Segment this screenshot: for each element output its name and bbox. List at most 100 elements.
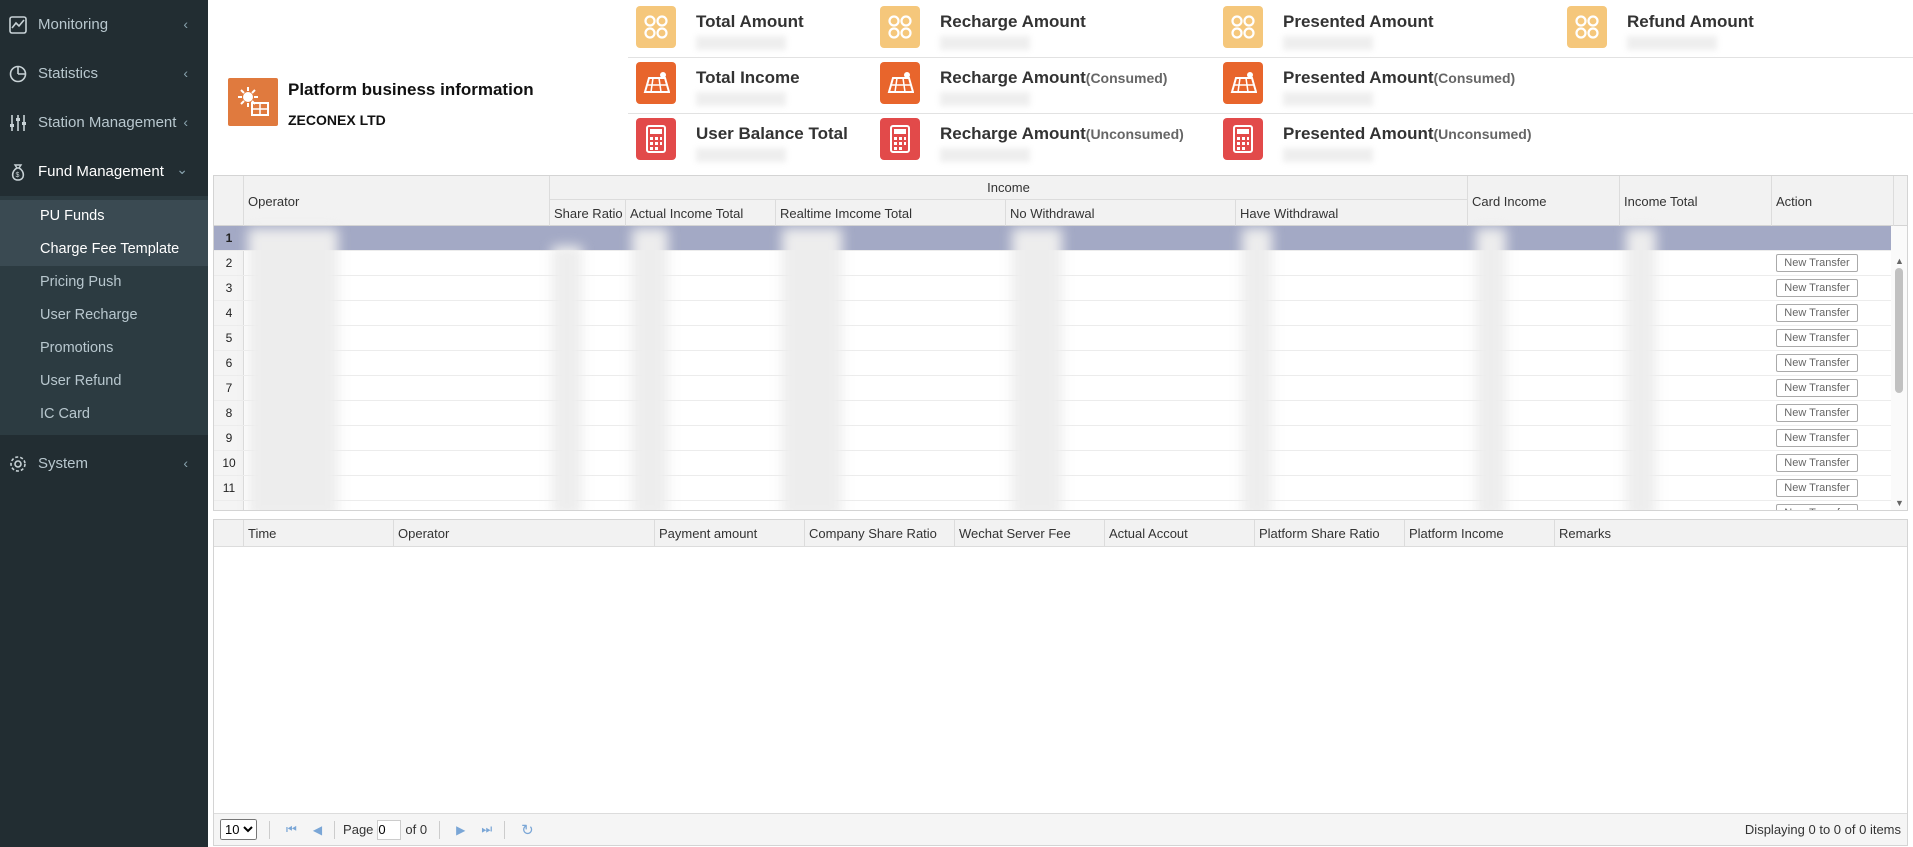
- first-page-icon[interactable]: ⏮: [286, 822, 297, 837]
- scroll-up-icon[interactable]: ▲: [1895, 256, 1904, 266]
- submenu-pricing-push[interactable]: Pricing Push: [0, 266, 208, 299]
- col-actual-account[interactable]: Actual Accout: [1105, 520, 1255, 547]
- scroll-thumb[interactable]: [1895, 268, 1903, 393]
- col-realtime-income-total[interactable]: Realtime Imcome Total: [776, 200, 1006, 226]
- sliders-icon: [8, 113, 28, 133]
- col-no-withdrawal[interactable]: No Withdrawal: [1006, 200, 1236, 226]
- stat-recharge-consumed: Recharge Amount(Consumed): [880, 62, 1167, 106]
- col-operator[interactable]: Operator: [394, 520, 655, 547]
- last-page-icon[interactable]: ⏭: [481, 822, 492, 837]
- submenu-charge-fee-template[interactable]: Charge Fee Template: [0, 233, 208, 266]
- new-transfer-button[interactable]: New Transfer: [1776, 254, 1858, 272]
- page-size-select[interactable]: 10: [220, 819, 257, 840]
- divider: [628, 57, 1913, 58]
- new-transfer-button[interactable]: New Transfer: [1776, 329, 1858, 347]
- col-payment-amount[interactable]: Payment amount: [655, 520, 805, 547]
- rownum-header: [214, 520, 244, 547]
- nav-label: Statistics: [38, 65, 99, 82]
- submenu-promotions[interactable]: Promotions: [0, 332, 208, 365]
- chevron-left-icon: ‹: [183, 16, 188, 32]
- col-wechat-server-fee[interactable]: Wechat Server Fee: [955, 520, 1105, 547]
- divider: [334, 820, 336, 839]
- new-transfer-button[interactable]: New Transfer: [1776, 279, 1858, 297]
- col-remarks[interactable]: Remarks: [1555, 520, 1705, 547]
- chevron-left-icon: ‹: [183, 114, 188, 130]
- nav-fund-management[interactable]: $ Fund Management ⌄: [0, 147, 208, 196]
- nav-monitoring[interactable]: Monitoring ‹: [0, 0, 208, 49]
- new-transfer-button[interactable]: New Transfer: [1776, 404, 1858, 422]
- redacted-no-withdrawal: [1012, 228, 1062, 510]
- stat-value-redacted: [1283, 36, 1373, 50]
- nav-statistics[interactable]: Statistics ‹: [0, 49, 208, 98]
- row-number: 8: [225, 406, 233, 420]
- row-number: 10: [222, 456, 236, 470]
- transaction-grid: Time Operator Payment amount Company Sha…: [213, 519, 1908, 846]
- col-share-ratio[interactable]: Share Ratio: [550, 200, 626, 226]
- scroll-down-icon[interactable]: ▼: [1895, 498, 1904, 508]
- col-company-share-ratio[interactable]: Company Share Ratio: [805, 520, 955, 547]
- col-have-withdrawal[interactable]: Have Withdrawal: [1236, 200, 1468, 226]
- stat-value-redacted: [1283, 92, 1373, 106]
- stat-presented-consumed: Presented Amount(Consumed): [1223, 62, 1516, 106]
- new-transfer-button[interactable]: New Transfer: [1776, 429, 1858, 447]
- stat-label: Recharge Amount: [940, 124, 1086, 143]
- nav-system[interactable]: System ‹: [0, 439, 208, 488]
- nav-label: Fund Management: [38, 163, 164, 180]
- stat-label-suffix: (Unconsumed): [1433, 126, 1532, 142]
- nav-label: System: [38, 455, 89, 472]
- col-card-income[interactable]: Card Income: [1468, 176, 1620, 226]
- chevron-down-icon: ⌄: [176, 161, 188, 177]
- solar-panel-icon: [1223, 62, 1263, 104]
- new-transfer-button[interactable]: New Transfer: [1776, 354, 1858, 372]
- grid-icon: [636, 6, 676, 48]
- next-page-icon[interactable]: ▶: [456, 823, 465, 837]
- chart-icon: [8, 15, 28, 35]
- calculator-icon: [880, 118, 920, 160]
- stat-value-redacted: [940, 148, 1030, 162]
- grid-icon: [1223, 6, 1263, 48]
- new-transfer-button[interactable]: New Transfer: [1776, 304, 1858, 322]
- new-transfer-button[interactable]: New Transfer: [1776, 454, 1858, 472]
- divider: [439, 820, 441, 839]
- vertical-scrollbar[interactable]: ▲ ▼: [1891, 226, 1907, 510]
- row-number: 2: [225, 256, 233, 270]
- nav-station-management[interactable]: Station Management ‹: [0, 98, 208, 147]
- grid-icon: [1567, 6, 1607, 48]
- col-income-total[interactable]: Income Total: [1620, 176, 1772, 226]
- rownum-header: [214, 176, 244, 226]
- refresh-icon[interactable]: ↻: [521, 821, 534, 839]
- gear-icon: [8, 454, 28, 474]
- submenu-user-recharge[interactable]: User Recharge: [0, 299, 208, 332]
- fund-submenu: PU Funds Charge Fee Template Pricing Pus…: [0, 196, 208, 435]
- submenu-user-refund[interactable]: User Refund: [0, 365, 208, 398]
- new-transfer-button[interactable]: New Transfer: [1776, 479, 1858, 497]
- col-platform-income[interactable]: Platform Income: [1405, 520, 1555, 547]
- stat-refund-amount: Refund Amount: [1567, 6, 1754, 50]
- col-action: Action: [1772, 176, 1894, 226]
- stat-total-income: Total Income: [636, 62, 800, 106]
- redacted-realtime-income: [782, 228, 842, 510]
- redacted-card-income: [1476, 228, 1506, 510]
- calculator-icon: [1223, 118, 1263, 160]
- stat-label-suffix: (Consumed): [1433, 70, 1516, 86]
- col-operator[interactable]: Operator: [244, 176, 550, 226]
- submenu-ic-card[interactable]: IC Card: [0, 398, 208, 431]
- stat-value-redacted: [940, 36, 1030, 50]
- grid-header: Time Operator Payment amount Company Sha…: [214, 520, 1907, 547]
- new-transfer-button[interactable]: New Transfer: [1776, 504, 1858, 510]
- business-icon: [228, 78, 278, 126]
- stat-value-redacted: [696, 148, 786, 162]
- stat-label: Presented Amount: [1283, 124, 1434, 143]
- row-number: 11: [222, 481, 236, 495]
- col-time[interactable]: Time: [244, 520, 394, 547]
- submenu-pu-funds[interactable]: PU Funds: [0, 200, 208, 233]
- col-actual-income-total[interactable]: Actual Income Total: [626, 200, 776, 226]
- stat-label: Recharge Amount: [940, 68, 1086, 87]
- page-number-input[interactable]: [377, 819, 402, 840]
- company-name: ZECONEX LTD: [288, 112, 386, 128]
- business-info-panel: Platform business information ZECONEX LT…: [208, 0, 1913, 172]
- col-platform-share-ratio[interactable]: Platform Share Ratio: [1255, 520, 1405, 547]
- new-transfer-button[interactable]: New Transfer: [1776, 379, 1858, 397]
- pagination-bar: 10 ⏮ ◀ Page of 0 ▶ ⏭ ↻ Displaying 0 to 0…: [214, 813, 1907, 845]
- prev-page-icon[interactable]: ◀: [313, 823, 322, 837]
